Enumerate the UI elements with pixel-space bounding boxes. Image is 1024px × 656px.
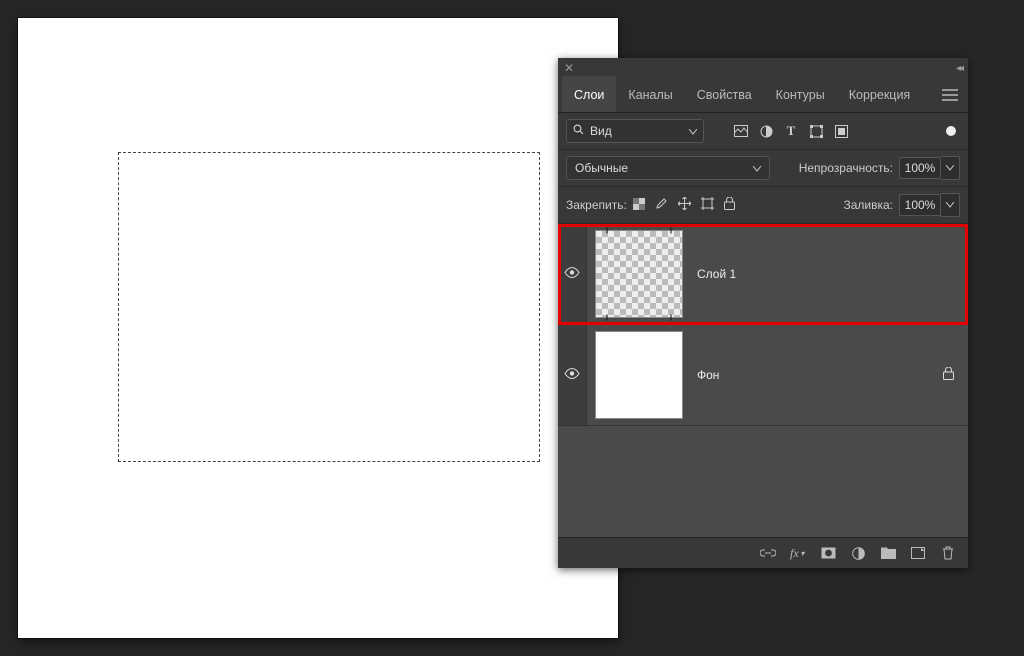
filter-type-icon[interactable]: T: [784, 124, 798, 138]
filter-toggle[interactable]: [946, 126, 956, 136]
marquee-selection: [118, 152, 540, 462]
tab-channels[interactable]: Каналы: [616, 78, 684, 112]
lock-label: Закрепить:: [566, 198, 627, 212]
visibility-toggle[interactable]: [558, 224, 587, 324]
delete-icon[interactable]: [940, 545, 956, 561]
layer-kind-value: Вид: [590, 124, 612, 138]
group-icon[interactable]: [880, 545, 896, 561]
lock-position-icon[interactable]: [678, 197, 691, 213]
fill-input[interactable]: 100%: [899, 193, 960, 217]
panel-tabs: Слои Каналы Свойства Контуры Коррекция: [558, 78, 968, 113]
lock-icon: [943, 367, 954, 383]
panel-footer: fx▾: [558, 537, 968, 568]
tab-adjustments[interactable]: Коррекция: [837, 78, 922, 112]
add-mask-icon[interactable]: [820, 545, 836, 561]
layer-row[interactable]: Слой 1: [558, 224, 968, 325]
close-icon[interactable]: ✕: [564, 61, 574, 75]
lock-artboard-icon[interactable]: [701, 197, 714, 213]
filter-icons: T: [734, 124, 848, 138]
chevron-down-icon: [941, 156, 960, 180]
fx-icon[interactable]: fx▾: [790, 545, 806, 561]
link-layers-icon[interactable]: [760, 545, 776, 561]
panel-titlebar: ✕ ◂◂: [558, 58, 968, 78]
tab-properties[interactable]: Свойства: [685, 78, 764, 112]
document-canvas[interactable]: [18, 18, 618, 638]
layer-kind-filter[interactable]: Вид: [566, 119, 704, 143]
lock-buttons: [633, 197, 735, 213]
layer-name[interactable]: Фон: [691, 325, 943, 425]
new-layer-icon[interactable]: [910, 545, 926, 561]
layer-thumbnail: [595, 331, 683, 419]
fill-value: 100%: [899, 194, 941, 216]
tab-layers[interactable]: Слои: [562, 76, 616, 112]
lock-row: Закрепить: Заливка: 100%: [558, 187, 968, 224]
collapse-icon[interactable]: ◂◂: [956, 63, 962, 74]
tab-paths[interactable]: Контуры: [764, 78, 837, 112]
eye-icon: [564, 267, 580, 281]
filter-adjust-icon[interactable]: [759, 124, 773, 138]
filter-smart-icon[interactable]: [834, 124, 848, 138]
opacity-input[interactable]: 100%: [899, 156, 960, 180]
chevron-down-icon: [753, 161, 761, 175]
layer-name[interactable]: Слой 1: [691, 224, 968, 324]
search-icon: [573, 124, 584, 138]
lock-all-icon[interactable]: [724, 197, 735, 213]
blend-mode-value: Обычные: [575, 161, 628, 175]
filter-pixel-icon[interactable]: [734, 124, 748, 138]
blend-row: Обычные Непрозрачность: 100%: [558, 150, 968, 187]
opacity-label: Непрозрачность:: [799, 161, 893, 175]
eye-icon: [564, 368, 580, 382]
layers-panel: ✕ ◂◂ Слои Каналы Свойства Контуры Коррек…: [558, 58, 968, 568]
blend-mode-select[interactable]: Обычные: [566, 156, 770, 180]
layer-row[interactable]: Фон: [558, 325, 968, 426]
lock-paint-icon[interactable]: [655, 197, 668, 213]
chevron-down-icon: [941, 193, 960, 217]
layers-list: Слой 1 Фон: [558, 224, 968, 537]
chevron-down-icon: [689, 124, 697, 138]
filter-row: Вид T: [558, 113, 968, 150]
filter-shape-icon[interactable]: [809, 124, 823, 138]
adjustment-layer-icon[interactable]: [850, 545, 866, 561]
visibility-toggle[interactable]: [558, 325, 587, 425]
panel-menu-icon[interactable]: [942, 89, 958, 101]
opacity-value: 100%: [899, 157, 941, 179]
layer-thumbnail: [595, 230, 683, 318]
fill-label: Заливка:: [843, 198, 893, 212]
lock-transparent-icon[interactable]: [633, 198, 645, 213]
